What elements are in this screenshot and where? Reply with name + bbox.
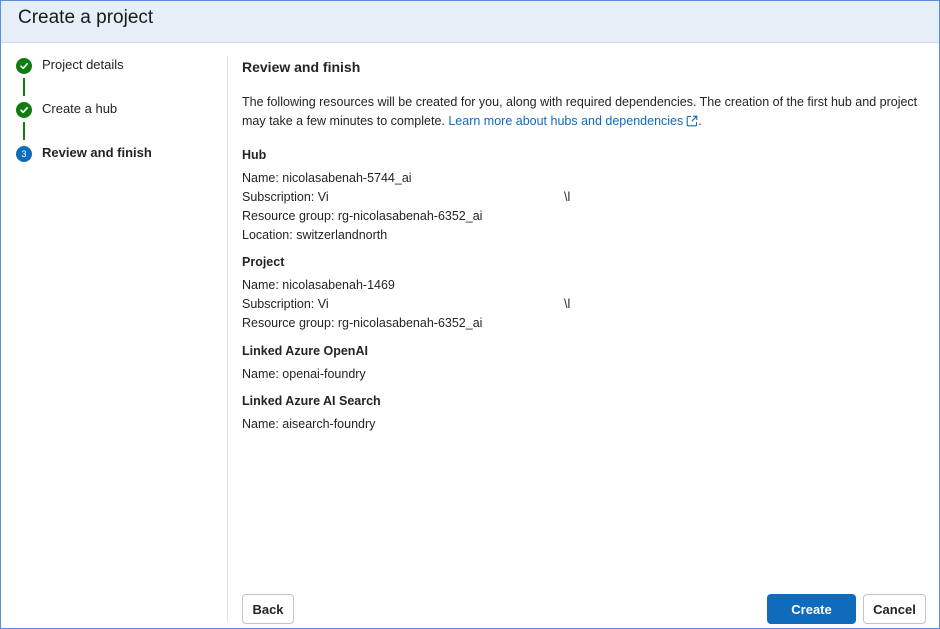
step-connector: [23, 78, 25, 96]
project-subscription-suffix: \l: [564, 297, 571, 311]
search-section-title: Linked Azure AI Search: [242, 394, 381, 408]
hub-subscription-prefix: Subscription: Vi: [242, 190, 329, 204]
dialog-title: Create a project: [18, 7, 154, 28]
step-connector: [23, 122, 25, 140]
intro-end: .: [698, 114, 702, 128]
wizard-stepper: Project details Create a hub 3 Review an…: [0, 44, 228, 628]
external-link-icon: [686, 115, 698, 127]
checkmark-icon: [16, 102, 32, 118]
project-name: Name: nicolasabenah-1469: [242, 278, 395, 292]
hub-subscription-suffix: \l: [564, 190, 571, 204]
project-section-title: Project: [242, 255, 285, 269]
hub-subscription: Subscription: Vi: [242, 190, 329, 204]
checkmark-icon: [16, 58, 32, 74]
panel-divider: [227, 56, 228, 622]
review-intro: The following resources will be created …: [242, 93, 918, 131]
learn-more-link[interactable]: Learn more about hubs and dependencies: [448, 114, 698, 128]
step-label: Project details: [42, 57, 124, 72]
dialog-header: Create a project: [1, 1, 939, 43]
openai-section-title: Linked Azure OpenAI: [242, 344, 368, 358]
step-number-badge: 3: [16, 146, 32, 162]
project-subscription-prefix: Subscription: Vi: [242, 297, 329, 311]
hub-resource-group: Resource group: rg-nicolasabenah-6352_ai: [242, 209, 483, 223]
project-resource-group: Resource group: rg-nicolasabenah-6352_ai: [242, 316, 483, 330]
cancel-button[interactable]: Cancel: [863, 594, 926, 624]
create-button[interactable]: Create: [767, 594, 856, 624]
hub-name: Name: nicolasabenah-5744_ai: [242, 171, 412, 185]
review-heading: Review and finish: [242, 59, 361, 75]
step-label: Review and finish: [42, 145, 152, 160]
search-name: Name: aisearch-foundry: [242, 417, 376, 431]
project-subscription: Subscription: Vi: [242, 297, 329, 311]
hub-section-title: Hub: [242, 148, 267, 162]
step-label: Create a hub: [42, 101, 118, 116]
hub-location: Location: switzerlandnorth: [242, 228, 388, 242]
learn-more-label: Learn more about hubs and dependencies: [448, 114, 684, 128]
openai-name: Name: openai-foundry: [242, 367, 366, 381]
back-button[interactable]: Back: [242, 594, 294, 624]
